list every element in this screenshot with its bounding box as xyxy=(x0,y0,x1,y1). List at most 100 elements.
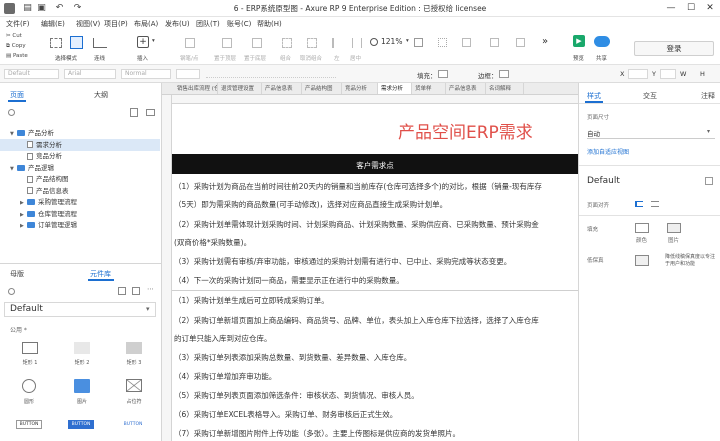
zoom-chevron-icon[interactable]: ▾ xyxy=(406,38,409,44)
chevron-down-icon[interactable]: ▾ xyxy=(152,38,155,44)
grid-icon[interactable] xyxy=(438,38,447,47)
menu-publish[interactable]: 发布(U) xyxy=(165,19,190,29)
button-widget-1[interactable]: BUTTON xyxy=(16,420,42,429)
tree-item[interactable]: ▶ 仓库管理流程 xyxy=(0,208,160,220)
canvas-heading[interactable]: 产品空间ERP需求 xyxy=(398,118,533,143)
undo-icon[interactable]: ↶ xyxy=(54,3,65,14)
more-icon[interactable]: » xyxy=(542,36,548,47)
page-tab[interactable]: 货单样 xyxy=(412,83,446,94)
snap-icon[interactable] xyxy=(462,38,471,47)
copy-button[interactable]: ⧉ Copy xyxy=(6,43,26,50)
x-input[interactable] xyxy=(628,69,648,79)
tab-outline[interactable]: 大纲 xyxy=(94,90,108,100)
zoom-icon[interactable] xyxy=(370,38,378,46)
text-format-icons[interactable] xyxy=(206,70,336,78)
arrange-icon[interactable] xyxy=(516,38,525,47)
paste-button[interactable]: ▤ Paste xyxy=(6,53,28,59)
caret-right-icon[interactable]: ▶ xyxy=(20,220,27,232)
save-icon[interactable]: ▣ xyxy=(36,3,47,14)
menu-layout[interactable]: 布局(A) xyxy=(134,19,158,29)
insert-plus-icon[interactable]: + xyxy=(137,36,149,48)
tree-item[interactable]: 产品结构图 xyxy=(0,173,160,185)
add-adaptive-view-link[interactable]: 添加自适应视图 xyxy=(587,147,629,156)
add-folder-icon[interactable] xyxy=(146,109,155,116)
menu-team[interactable]: 团队(T) xyxy=(196,19,220,29)
fill-image-button[interactable] xyxy=(667,223,681,233)
page-tab[interactable]: 产品结构图 xyxy=(302,83,342,94)
menu-help[interactable]: 帮助(H) xyxy=(257,19,282,29)
ungroup-icon[interactable] xyxy=(307,38,317,48)
tree-item[interactable]: 产品信息表 xyxy=(0,185,160,197)
tab-pages[interactable]: 页面 xyxy=(10,90,24,100)
new-icon[interactable]: ▤ xyxy=(22,3,33,14)
bring-front-icon[interactable] xyxy=(222,38,232,48)
page-tab[interactable]: 退货管理设置 xyxy=(218,83,262,94)
tree-item[interactable]: ▶ 采购管理流程 xyxy=(0,196,160,208)
align-left-page-icon[interactable] xyxy=(635,201,643,207)
search-icon[interactable] xyxy=(8,109,15,116)
page-tab[interactable]: 销售出库流程 (仓 xyxy=(174,83,218,94)
border-color-swatch[interactable] xyxy=(499,70,509,78)
button-widget-2[interactable]: BUTTON xyxy=(68,420,94,429)
tree-item[interactable]: ▼ 产品分析 xyxy=(0,127,160,139)
rectangle-2-widget[interactable] xyxy=(74,342,90,354)
menu-file[interactable]: 文件(F) xyxy=(6,19,30,29)
weight-select[interactable]: Normal xyxy=(121,69,171,79)
add-page-icon[interactable] xyxy=(130,108,138,117)
redo-icon[interactable]: ↷ xyxy=(72,3,83,14)
page-style-name[interactable]: Default xyxy=(587,176,620,186)
page-tab[interactable]: 竞品分析 xyxy=(342,83,378,94)
preview-icon[interactable]: ▶ xyxy=(573,35,585,47)
tree-item[interactable]: ▶ 订单管理逻辑 xyxy=(0,219,160,231)
maximize-button[interactable]: ☐ xyxy=(684,2,698,15)
image-widget[interactable] xyxy=(74,379,90,393)
style-edit-icon[interactable] xyxy=(705,177,713,185)
library-more-icon[interactable]: ⋯ xyxy=(147,285,154,293)
tab-style[interactable]: 样式 xyxy=(587,91,601,101)
pen-icon[interactable] xyxy=(185,38,195,48)
font-size-input[interactable] xyxy=(176,69,200,79)
tab-notes[interactable]: 注释 xyxy=(701,91,715,101)
close-button[interactable]: ✕ xyxy=(703,2,717,15)
login-button[interactable]: 登录 xyxy=(634,41,714,56)
font-select[interactable]: Arial xyxy=(64,69,116,79)
select-mode-active-icon[interactable] xyxy=(70,36,83,49)
menu-project[interactable]: 项目(P) xyxy=(104,19,128,29)
page-size-select[interactable]: 自动 xyxy=(587,128,600,138)
page-tab[interactable]: 产品信息表 xyxy=(446,83,486,94)
zoom-value[interactable]: 121% xyxy=(381,37,402,46)
tree-item[interactable]: 需求分析 xyxy=(0,138,160,151)
group-icon[interactable] xyxy=(282,38,292,48)
library-menu-icon[interactable] xyxy=(118,287,126,295)
menu-account[interactable]: 账号(C) xyxy=(227,19,251,29)
menu-view[interactable]: 视图(V) xyxy=(76,19,100,29)
rectangle-1-widget[interactable] xyxy=(22,342,38,354)
page-tab[interactable]: 需求分析 xyxy=(378,83,412,94)
share-cloud-icon[interactable] xyxy=(594,36,610,47)
low-fidelity-toggle-icon[interactable] xyxy=(635,255,649,266)
ruler-icon[interactable] xyxy=(414,38,423,47)
style-select[interactable]: Default xyxy=(4,69,59,79)
fill-color-swatch[interactable] xyxy=(438,70,448,78)
library-chevron-icon[interactable]: ▾ xyxy=(146,305,150,313)
tree-item[interactable]: ▼ 产品逻辑 xyxy=(0,162,160,174)
connect-icon[interactable] xyxy=(93,38,107,48)
align-center-icon[interactable] xyxy=(352,38,362,48)
cut-button[interactable]: ✂ Cut xyxy=(6,33,22,39)
select-mode-icon[interactable] xyxy=(50,38,62,48)
library-add-icon[interactable] xyxy=(132,287,140,295)
tab-interactions[interactable]: 交互 xyxy=(643,91,657,101)
tab-masters[interactable]: 母版 xyxy=(10,269,24,279)
circle-widget[interactable] xyxy=(22,379,36,393)
minimize-button[interactable]: — xyxy=(664,2,678,15)
canvas-page[interactable]: 产品空间ERP需求 客户需求点 （1）采购计划为商品在当前时间往前20天内的销量… xyxy=(172,104,578,441)
page-tab[interactable]: 产品信息表 xyxy=(262,83,302,94)
tree-item[interactable]: 竞品分析 xyxy=(0,150,160,162)
menu-edit[interactable]: 编辑(E) xyxy=(41,19,65,29)
page-tab[interactable]: 名词解释 xyxy=(486,83,524,94)
placeholder-widget[interactable] xyxy=(126,379,142,392)
fill-color-button[interactable] xyxy=(635,223,649,233)
distribute-icon[interactable] xyxy=(490,38,499,47)
align-center-page-icon[interactable] xyxy=(651,201,659,207)
library-search-icon[interactable] xyxy=(8,288,15,295)
